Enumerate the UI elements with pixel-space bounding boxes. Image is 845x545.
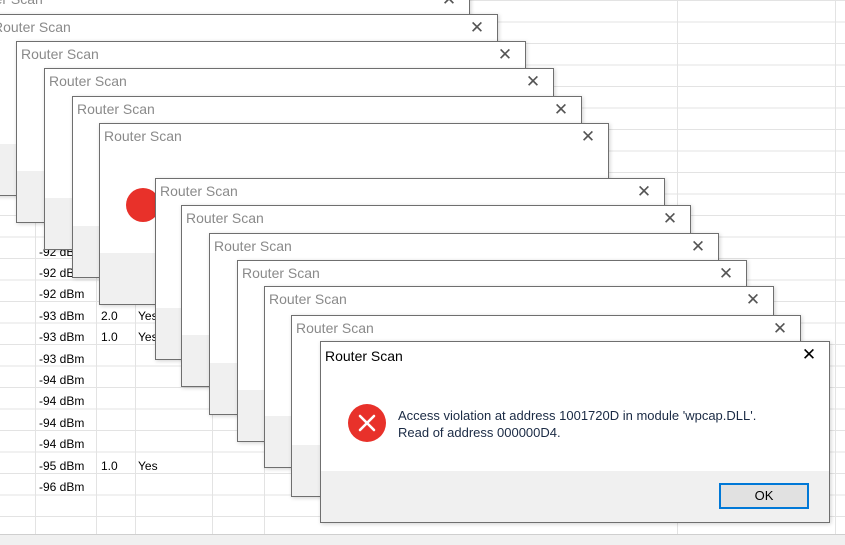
close-icon[interactable]: ✕ (521, 71, 545, 93)
ok-button[interactable]: OK (719, 483, 809, 509)
close-icon[interactable]: ✕ (797, 344, 821, 366)
version-cell: 2.0 (101, 308, 118, 323)
close-icon[interactable]: ✕ (658, 208, 682, 230)
version-cell: 1.0 (101, 330, 118, 345)
close-icon[interactable]: ✕ (493, 44, 517, 66)
signal-cell: -94 dBm (39, 415, 85, 430)
signal-cell: -92 dBm (39, 287, 85, 302)
desktop: -92 dBm -92 dBm -92 dBm -93 dBm 2.0 Yes -93 dB… (0, 0, 845, 545)
dialog-title: Router Scan (325, 348, 403, 364)
dialog-title: Router Scan (0, 19, 71, 35)
dialog-title: Router Scan (242, 265, 320, 281)
dialog-title: Router Scan (0, 0, 43, 7)
signal-cell: -93 dBm (39, 330, 85, 345)
dialog-title: Router Scan (77, 101, 155, 117)
dialog-title: Router Scan (186, 210, 264, 226)
error-message: Access violation at address 1001720D in … (398, 407, 818, 441)
close-icon[interactable]: ✕ (465, 17, 489, 39)
signal-cell: -96 dBm (39, 479, 85, 494)
error-message-line1: Access violation at address 1001720D in … (398, 408, 757, 423)
dialog-title: Router Scan (269, 291, 347, 307)
close-icon[interactable]: ✕ (549, 99, 573, 121)
dialog-title: Router Scan (49, 73, 127, 89)
dialog-title: Router Scan (21, 46, 99, 62)
flag-cell: Yes (138, 458, 158, 473)
close-icon[interactable]: ✕ (437, 0, 461, 11)
version-cell: 1.0 (101, 458, 118, 473)
dialog-title: Router Scan (296, 320, 374, 336)
close-icon[interactable]: ✕ (741, 289, 765, 311)
close-icon[interactable]: ✕ (686, 236, 710, 258)
dialog-footer: OK (321, 471, 829, 522)
signal-cell: -94 dBm (39, 437, 85, 452)
error-message-line2: Read of address 000000D4. (398, 425, 561, 440)
signal-cell: -94 dBm (39, 394, 85, 409)
dialog-title: Router Scan (214, 238, 292, 254)
horizontal-scrollbar[interactable] (0, 534, 845, 545)
error-icon (348, 404, 386, 442)
signal-cell: -95 dBm (39, 458, 85, 473)
signal-cell: -94 dBm (39, 372, 85, 387)
close-icon[interactable]: ✕ (714, 263, 738, 285)
dialog-title: Router Scan (160, 183, 238, 199)
close-icon[interactable]: ✕ (576, 126, 600, 148)
close-icon[interactable]: ✕ (768, 318, 792, 340)
dialog-title: Router Scan (104, 128, 182, 144)
close-icon[interactable]: ✕ (632, 181, 656, 203)
signal-cell: -93 dBm (39, 308, 85, 323)
error-dialog: Router Scan ✕ Access violation at addres… (320, 341, 830, 523)
signal-cell: -93 dBm (39, 351, 85, 366)
